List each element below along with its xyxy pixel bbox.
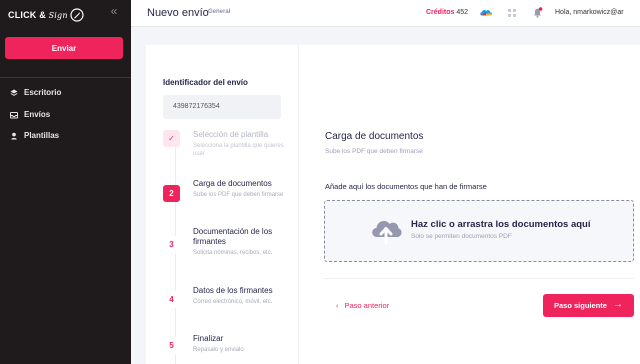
- step-number: 2: [163, 185, 180, 202]
- next-step-label: Paso siguiente: [554, 301, 607, 310]
- step-title: Carga de documentos: [193, 179, 272, 188]
- section-subtitle: Sube los PDF que deben firmarse: [325, 148, 423, 155]
- sidebar-item-escritorio[interactable]: Escritorio: [10, 88, 61, 97]
- cloud-upload-icon: [372, 221, 402, 245]
- rocket-icon: [70, 8, 84, 22]
- sidebar-item-label: Escritorio: [24, 88, 62, 97]
- actions-divider: [324, 278, 634, 279]
- dropzone-hint: Solo se permiten documentos PDF: [411, 233, 512, 240]
- section-title: Carga de documentos: [325, 131, 424, 142]
- previous-step-label: Paso anterior: [344, 301, 390, 310]
- next-step-button[interactable]: Paso siguiente →: [543, 294, 634, 317]
- dropzone-instruction: Haz clic o arrastra los documentos aquí: [411, 219, 591, 230]
- app-logo[interactable]: CLICK & Sign: [8, 7, 84, 23]
- step-title: Finalizar: [193, 334, 224, 343]
- send-id-label: Identificador del envío: [163, 78, 248, 87]
- logo-script: Sign: [48, 11, 68, 20]
- send-id-field: 439872176354: [163, 95, 281, 119]
- credits-value: 452: [456, 9, 469, 16]
- cloud-icon[interactable]: [479, 8, 493, 16]
- step-title: Datos de los firmantes: [193, 286, 273, 295]
- step-desc: Correo electrónico, móvil, etc.: [193, 299, 273, 305]
- apps-grid-icon[interactable]: [508, 9, 516, 17]
- sidebar-item-plantillas[interactable]: Plantillas: [10, 131, 59, 140]
- dropzone-label: Añade aquí los documentos que han de fir…: [325, 182, 487, 191]
- step-number: 5: [163, 337, 180, 354]
- step-title: Selección de plantilla: [193, 130, 269, 139]
- previous-step-button[interactable]: ‹ Paso anterior: [336, 301, 389, 310]
- credits-label: Créditos: [426, 9, 455, 16]
- page-breadcrumb: General: [208, 9, 231, 15]
- user-greeting[interactable]: Hola, nmarkowicz@ar: [555, 9, 624, 16]
- arrow-right-icon: →: [613, 299, 623, 310]
- page-title: Nuevo envío: [147, 7, 209, 19]
- send-button[interactable]: Enviar: [5, 37, 123, 59]
- top-bar: Nuevo envío General Créditos 452 Hola, n…: [131, 0, 640, 27]
- step-number: 3: [163, 236, 180, 253]
- sidebar: CLICK & Sign « Enviar Escritorio Envíos …: [0, 0, 131, 364]
- inbox-icon: [10, 111, 18, 118]
- logo-text: CLICK &: [8, 10, 49, 20]
- step-check-icon: ✓: [163, 130, 180, 147]
- steps-divider: [298, 45, 299, 364]
- sidebar-item-label: Envíos: [24, 110, 51, 119]
- sidebar-divider: [0, 77, 131, 78]
- wizard-card: Identificador del envío 439872176354 ✓ S…: [146, 45, 640, 364]
- collapse-sidebar-icon[interactable]: «: [107, 5, 121, 17]
- chevron-left-icon: ‹: [336, 301, 339, 310]
- sidebar-item-label: Plantillas: [24, 131, 60, 140]
- step-number: 4: [163, 291, 180, 308]
- step-desc: Solicita nóminas, recibos, etc.: [193, 250, 273, 256]
- bell-icon[interactable]: [533, 7, 543, 18]
- step-desc: Repasalo y envialo: [193, 347, 244, 353]
- sidebar-item-envios[interactable]: Envíos: [10, 110, 50, 119]
- step-title: Documentación de los firmantes: [193, 227, 273, 246]
- step-desc: Selecciona la plantilla que quieres usar: [193, 143, 284, 157]
- credits-counter: Créditos 452: [426, 9, 468, 16]
- step-desc: Sube los PDF que deben firmarse: [193, 192, 284, 198]
- stack-icon: [10, 89, 18, 96]
- upload-dropzone[interactable]: Haz clic o arrastra los documentos aquí …: [324, 200, 634, 262]
- person-pin-icon: [11, 132, 17, 139]
